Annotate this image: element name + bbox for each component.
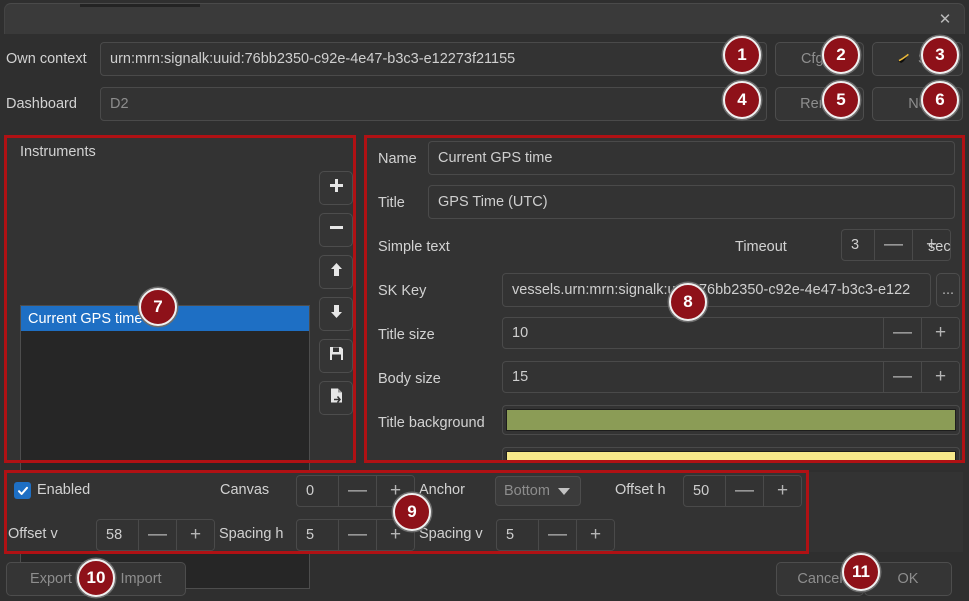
anchor-select-value: Bottom [504,483,550,499]
floppy-disk-icon [328,345,345,367]
annotation-marker-8: 8 [669,283,707,321]
own-context-input[interactable]: urn:mrn:signalk:uuid:76bb2350-c92e-4e47-… [100,42,767,76]
offset-v-plus-button[interactable]: + [176,520,214,550]
title-label: Title [378,195,405,211]
minus-icon [328,219,345,241]
body-size-minus-button[interactable]: — [883,362,921,392]
title-size-stepper[interactable]: 10 — + [502,317,960,349]
instrument-type-label: Simple text [378,239,450,255]
plus-icon [328,177,345,199]
load-instrument-button[interactable] [319,381,353,415]
spacing-v-minus-button[interactable]: — [538,520,576,550]
title-size-minus-button[interactable]: — [883,318,921,348]
title-size-value[interactable]: 10 [503,318,883,348]
title-bar-strip [80,4,200,7]
name-label: Name [378,151,417,167]
offset-h-stepper[interactable]: 50 — + [683,475,802,507]
sk-key-browse-button[interactable]: ... [936,273,960,307]
timeout-label: Timeout [735,239,787,255]
canvas-minus-button[interactable]: — [338,476,376,506]
timeout-minus-button[interactable]: — [874,230,912,260]
canvas-value[interactable]: 0 [297,476,338,506]
spacing-h-label: Spacing h [219,526,284,542]
signalk-icon [896,52,912,66]
title-background-color-chip [506,409,956,431]
own-context-label: Own context [6,51,87,67]
sk-key-input[interactable]: vessels.urn:mrn:signalk:uuid:76bb2350-c9… [502,273,931,307]
anchor-select[interactable]: Bottom [495,476,581,506]
add-instrument-button[interactable] [319,171,353,205]
arrow-down-icon [328,303,345,325]
annotation-marker-6: 6 [921,81,959,119]
chevron-down-icon [557,487,570,495]
body-size-value[interactable]: 15 [503,362,883,392]
layout-settings-panel: Enabled Canvas 0 — + Anchor Bottom Offse… [6,472,963,552]
annotation-marker-11: 11 [842,553,880,591]
offset-h-label: Offset h [615,482,666,498]
dashboard-config-dialog: ✕ Own context urn:mrn:signalk:uuid:76bb2… [0,0,969,601]
spacing-h-minus-button[interactable]: — [338,520,376,550]
annotation-marker-10: 10 [77,559,115,597]
offset-h-plus-button[interactable]: + [763,476,801,506]
spacing-h-value[interactable]: 5 [297,520,338,550]
title-size-plus-button[interactable]: + [921,318,959,348]
body-size-stepper[interactable]: 15 — + [502,361,960,393]
offset-v-minus-button[interactable]: — [138,520,176,550]
body-size-plus-button[interactable]: + [921,362,959,392]
title-size-label: Title size [378,327,435,343]
title-background-label: Title background [378,415,485,431]
spacing-v-plus-button[interactable]: + [576,520,614,550]
spacing-v-label: Spacing v [419,526,483,542]
save-instrument-button[interactable] [319,339,353,373]
enabled-checkbox[interactable] [14,482,31,499]
annotation-marker-7: 7 [139,288,177,326]
annotation-marker-9: 9 [393,493,431,531]
move-down-button[interactable] [319,297,353,331]
body-background-swatch[interactable] [502,447,960,461]
anchor-label: Anchor [419,482,465,498]
name-input[interactable]: Current GPS time [428,141,955,175]
spacing-v-value[interactable]: 5 [497,520,538,550]
annotation-marker-4: 4 [723,81,761,119]
annotation-marker-2: 2 [822,36,860,74]
move-up-button[interactable] [319,255,353,289]
dashboard-select[interactable]: D2 [100,87,767,121]
enabled-label: Enabled [37,482,91,498]
instruments-panel: Instruments Current GPS time [6,137,354,589]
offset-h-minus-button[interactable]: — [725,476,763,506]
instrument-form-panel: Name Current GPS time Title GPS Time (UT… [366,137,963,461]
body-size-label: Body size [378,371,441,387]
title-bar: ✕ [4,3,965,34]
timeout-value[interactable]: 3 [842,230,874,260]
sk-key-label: SK Key [378,283,427,299]
canvas-label: Canvas [220,482,270,498]
title-background-swatch[interactable] [502,405,960,435]
annotation-marker-3: 3 [921,36,959,74]
document-import-icon [328,387,345,409]
body-background-color-chip [506,451,956,461]
annotation-marker-5: 5 [822,81,860,119]
timeout-unit-label: sec [928,239,951,255]
arrow-up-icon [328,261,345,283]
offset-v-value[interactable]: 58 [97,520,138,550]
spacing-v-stepper[interactable]: 5 — + [496,519,615,551]
offset-h-value[interactable]: 50 [684,476,725,506]
annotation-marker-1: 1 [723,36,761,74]
title-input[interactable]: GPS Time (UTC) [428,185,955,219]
offset-v-label: Offset v [8,526,58,542]
offset-v-stepper[interactable]: 58 — + [96,519,215,551]
instruments-title: Instruments [20,144,96,160]
close-icon[interactable]: ✕ [934,10,956,30]
remove-instrument-button[interactable] [319,213,353,247]
dashboard-label: Dashboard [6,96,77,112]
